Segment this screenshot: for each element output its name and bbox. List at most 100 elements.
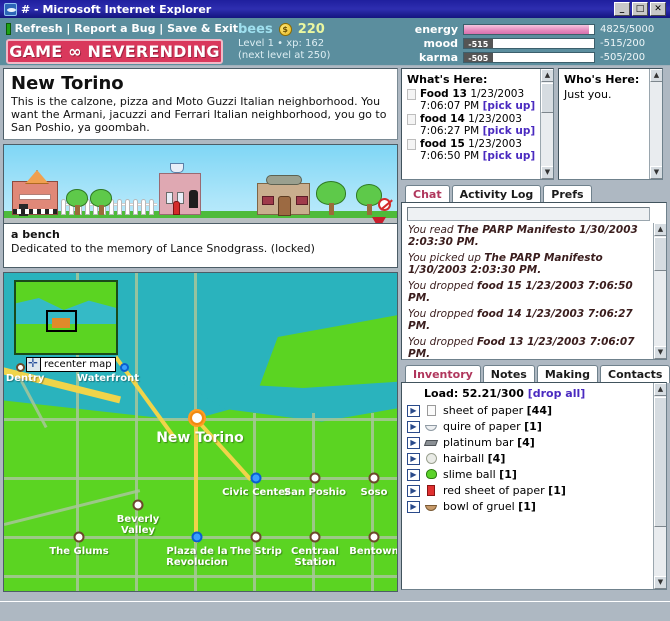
list-item[interactable]: ▶ sheet of paper [44] [402,403,666,419]
whats-here-scrollbar[interactable]: ▲ ▼ [540,69,553,179]
stat-fill-energy [464,25,589,34]
list-item[interactable]: ▶ red sheet of paper [1] [402,483,666,499]
list-item[interactable]: ▶ slime ball [1] [402,467,666,483]
pick-up-link[interactable]: [pick up] [483,150,536,162]
stat-row-karma: karma -505 -505/200 [410,51,662,64]
tab-notes[interactable]: Notes [483,365,535,383]
header-left: Refresh | Report a Bug | Save & Exit GAM… [0,18,238,64]
tab-making[interactable]: Making [537,365,598,383]
inventory-load: Load: 52.21/300 [drop all] [402,383,666,403]
list-item[interactable]: Food 13 1/23/2003 7:06:07 PM [pick up] [407,88,549,112]
inventory-item-label: platinum bar [4] [443,436,535,450]
here-item-text: food 15 1/23/2003 7:06:50 PM [pick up] [420,138,549,162]
map-node-waterfront[interactable] [120,363,129,372]
here-item-time: 7:06:07 PM [420,100,479,112]
maximize-button[interactable]: □ [632,2,648,16]
pick-up-link[interactable]: [pick up] [483,125,536,137]
expand-icon[interactable]: ▶ [407,485,420,497]
drop-all-link[interactable]: [drop all] [528,387,586,400]
pick-up-link[interactable]: [pick up] [483,100,536,112]
object-detail-panel: a bench Dedicated to the memory of Lance… [3,224,398,268]
list-item[interactable]: food 14 1/23/2003 7:06:27 PM [pick up] [407,113,549,137]
scroll-up-icon[interactable]: ▲ [654,383,667,396]
chat-input[interactable] [407,207,650,221]
scroll-down-icon[interactable]: ▼ [541,166,554,179]
tab-prefs[interactable]: Prefs [543,185,591,203]
scrollbar-thumb[interactable] [654,397,667,527]
expand-icon[interactable]: ▶ [407,453,420,465]
player-name: bees [238,22,273,37]
paper-icon [425,405,438,417]
close-button[interactable]: ✕ [650,2,666,16]
inventory-item-qty: [4] [488,452,506,465]
tab-chat[interactable]: Chat [405,185,450,203]
chat-scrollbar[interactable]: ▲ ▼ [653,223,666,359]
stat-fill-mood: -515 [464,39,493,48]
stat-value-energy: 4825/5000 [600,24,662,35]
scroll-up-icon[interactable]: ▲ [541,69,554,82]
expand-icon[interactable]: ▶ [407,501,420,513]
scroll-down-icon[interactable]: ▼ [650,166,663,179]
expand-icon[interactable]: ▶ [407,469,420,481]
scroll-up-icon[interactable]: ▲ [654,223,667,236]
scrollbar-thumb[interactable] [541,83,554,113]
list-item[interactable]: ▶ hairball [4] [402,451,666,467]
here-item-date: 1/23/2003 [468,113,522,125]
map-node-beverly-valley[interactable] [133,500,144,511]
inventory-scrollbar[interactable]: ▲ ▼ [653,383,666,589]
chat-prefix: You read [408,224,457,236]
scroll-down-icon[interactable]: ▼ [654,346,667,359]
scrollbar-thumb[interactable] [654,237,667,271]
mini-map[interactable] [14,280,118,355]
map-node-centraal-station[interactable] [310,532,321,543]
list-item[interactable]: food 15 1/23/2003 7:06:50 PM [pick up] [407,138,549,162]
chat-message: You picked up The PARP Manifesto 1/30/20… [408,252,650,276]
scroll-up-icon[interactable]: ▲ [650,69,663,82]
map-label-soso: Soso [361,487,388,498]
expand-icon[interactable]: ▶ [407,437,420,449]
tab-contacts[interactable]: Contacts [600,365,670,383]
status-bar [0,601,670,621]
list-item[interactable]: ▶ quire of paper [1] [402,419,666,435]
inventory-item-name: sheet of paper [443,404,523,417]
shop-building[interactable] [257,183,310,215]
object-description: Dedicated to the memory of Lance Snodgra… [11,242,390,255]
world-map[interactable]: New Torino Civic Center San Poshio Soso … [3,272,398,592]
street-scene[interactable] [3,144,398,224]
list-item[interactable]: ▶ platinum bar [4] [402,435,666,451]
hairball-icon [425,453,438,465]
header-menu-links[interactable]: Refresh | Report a Bug | Save & Exit [15,22,238,35]
minimize-button[interactable]: _ [614,2,630,16]
map-node-civic-center[interactable] [251,473,262,484]
tab-inventory[interactable]: Inventory [405,365,481,383]
chat-prefix: You dropped [408,336,477,348]
expand-icon[interactable]: ▶ [407,421,420,433]
mini-map-viewport-box[interactable] [46,310,77,332]
browser-window: # - Microsoft Internet Explorer _ □ ✕ Re… [0,0,670,621]
pizza-shop-building[interactable] [12,181,58,215]
tab-activity-log[interactable]: Activity Log [452,185,542,203]
map-node-new-torino[interactable] [190,411,204,425]
whos-here-scrollbar[interactable]: ▲ ▼ [649,69,662,179]
scroll-down-icon[interactable]: ▼ [654,576,667,589]
inventory-item-qty: [1] [518,500,536,513]
map-node-bentown[interactable] [369,532,380,543]
map-label-the-strip: The Strip [230,546,282,557]
inventory-item-qty: [1] [524,420,542,433]
menu-row: Refresh | Report a Bug | Save & Exit [6,21,238,36]
status-square-icon [6,23,11,35]
whats-here-panel: What's Here: Food 13 1/23/2003 7:06:07 P… [401,68,554,180]
recenter-map-button[interactable]: recenter map [26,357,116,372]
map-node-soso[interactable] [369,473,380,484]
expand-icon[interactable]: ▶ [407,405,420,417]
map-node-the-strip[interactable] [251,532,262,543]
map-node-plaza-de-la-revolucion[interactable] [192,532,203,543]
map-node-t-dentry[interactable] [16,363,25,372]
whos-here-text: Just you. [564,88,658,101]
currency-row: bees $ 220 [238,22,410,37]
list-item[interactable]: ▶ bowl of gruel [1] [402,499,666,515]
food-item-icon [407,114,416,125]
map-node-san-poshio[interactable] [310,473,321,484]
map-node-the-glums[interactable] [74,532,85,543]
cafe-building[interactable] [159,173,201,215]
